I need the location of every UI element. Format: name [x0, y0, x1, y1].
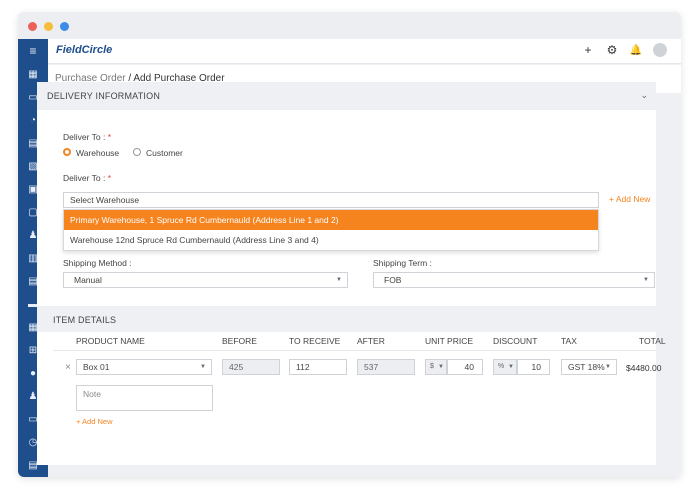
- maximize-dot[interactable]: [60, 22, 69, 31]
- table-divider: [53, 350, 656, 351]
- discount-type-select[interactable]: % ▼: [493, 359, 517, 375]
- delivery-section-header[interactable]: DELIVERY INFORMATION ⌄: [37, 82, 656, 110]
- minimize-dot[interactable]: [44, 22, 53, 31]
- dashboard-icon[interactable]: ▦: [27, 69, 39, 81]
- shipping-term-label: Shipping Term :: [373, 258, 432, 268]
- warehouse-radio-label[interactable]: Warehouse: [76, 148, 119, 158]
- column-before: BEFORE: [222, 336, 257, 346]
- chevron-down-icon: ▼: [508, 364, 514, 370]
- tax-value: GST 18%: [568, 362, 605, 372]
- discount-input[interactable]: 10: [517, 359, 550, 375]
- delivery-section-title: DELIVERY INFORMATION: [47, 91, 161, 101]
- column-product: PRODUCT NAME: [76, 336, 145, 346]
- close-dot[interactable]: [28, 22, 37, 31]
- column-discount: DISCOUNT: [493, 336, 538, 346]
- to-receive-input[interactable]: 112: [289, 359, 347, 375]
- item-section-header: ITEM DETAILS: [37, 306, 656, 332]
- tax-select[interactable]: GST 18% ▼: [561, 359, 617, 375]
- customer-radio-label[interactable]: Customer: [146, 148, 183, 158]
- customer-radio[interactable]: [133, 148, 141, 156]
- title-bar: [18, 12, 681, 39]
- required-mark: *: [107, 132, 112, 142]
- note-textarea[interactable]: Note: [76, 385, 213, 411]
- column-unit-price: UNIT PRICE: [425, 336, 474, 346]
- warehouse-radio[interactable]: [63, 148, 71, 156]
- chevron-down-icon: ▼: [336, 277, 342, 283]
- top-actions: + ⚙ 🔔: [581, 43, 667, 57]
- chevron-down-icon[interactable]: ⌄: [640, 90, 648, 101]
- column-to-receive: TO RECEIVE: [289, 336, 341, 346]
- main-content: DELIVERY INFORMATION ⌄ Deliver To : * Wa…: [37, 82, 666, 465]
- top-bar: FieldCircle + ⚙ 🔔: [48, 39, 681, 64]
- chevron-down-icon: ▼: [200, 364, 206, 370]
- warehouse-select[interactable]: Select Warehouse: [63, 192, 599, 208]
- unit-price-input[interactable]: 40: [447, 359, 483, 375]
- shipping-method-select[interactable]: Manual ▼: [63, 272, 348, 288]
- settings-icon[interactable]: ⚙: [605, 43, 619, 57]
- before-field: 425: [222, 359, 280, 375]
- shipping-term-value: FOB: [384, 275, 402, 285]
- item-section-title: ITEM DETAILS: [53, 315, 117, 325]
- after-field: 537: [357, 359, 415, 375]
- deliver-to-label-2: Deliver To : *: [63, 173, 111, 183]
- column-tax: TAX: [561, 336, 577, 346]
- product-value: Box 01: [83, 362, 110, 372]
- currency-select[interactable]: $ ▼: [425, 359, 447, 375]
- add-new-warehouse-link[interactable]: + Add New: [609, 194, 650, 204]
- brand-logo: FieldCircle: [56, 44, 113, 56]
- shipping-method-value: Manual: [74, 275, 102, 285]
- add-new-item-link[interactable]: + Add New: [76, 417, 112, 426]
- deliver-to-label-2-text: Deliver To :: [63, 173, 106, 183]
- deliver-to-label: Deliver To : *: [63, 132, 111, 142]
- remove-row-icon[interactable]: ×: [65, 362, 71, 373]
- required-mark-2: *: [107, 173, 112, 183]
- chevron-down-icon: ▼: [438, 364, 444, 370]
- bell-icon[interactable]: 🔔: [629, 45, 643, 56]
- chevron-down-icon: ▼: [605, 364, 611, 370]
- shipping-term-select[interactable]: FOB ▼: [373, 272, 655, 288]
- avatar[interactable]: [653, 43, 667, 57]
- product-select[interactable]: Box 01 ▼: [76, 359, 212, 375]
- row-total: $4480.00: [626, 363, 662, 373]
- warehouse-dropdown: Primary Warehouse, 1 Spruce Rd Cumbernau…: [63, 209, 599, 251]
- chevron-down-icon: ▼: [643, 277, 649, 283]
- menu-icon[interactable]: ≡: [27, 45, 39, 57]
- discount-type-value: %: [498, 363, 505, 370]
- column-total: TOTAL: [639, 336, 666, 346]
- dropdown-option[interactable]: Primary Warehouse, 1 Spruce Rd Cumbernau…: [64, 210, 598, 230]
- column-after: AFTER: [357, 336, 385, 346]
- dropdown-option[interactable]: Warehouse 12nd Spruce Rd Cumbernauld (Ad…: [64, 230, 598, 250]
- add-icon[interactable]: +: [581, 43, 595, 57]
- shipping-method-label: Shipping Method :: [63, 258, 132, 268]
- currency-value: $: [430, 363, 434, 370]
- deliver-to-label-text: Deliver To :: [63, 132, 106, 142]
